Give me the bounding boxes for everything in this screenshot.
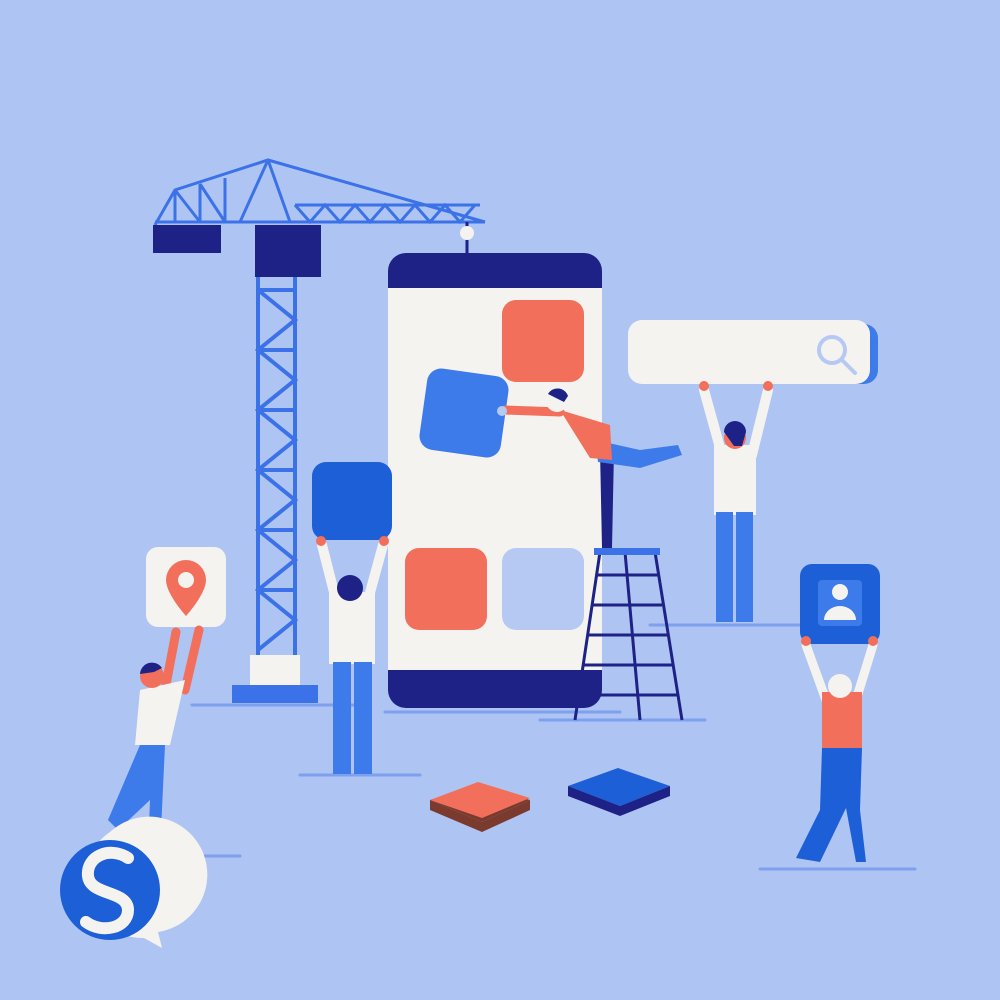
user-profile-icon bbox=[818, 580, 862, 626]
held-app-tile bbox=[312, 462, 392, 540]
user-profile-card bbox=[800, 564, 880, 644]
search-bar bbox=[628, 320, 878, 384]
app-building-illustration bbox=[0, 0, 1000, 1000]
phone-mockup bbox=[388, 253, 602, 708]
location-card bbox=[146, 547, 226, 627]
app-tile-light bbox=[502, 548, 584, 630]
app-tile-coral-bottom bbox=[405, 548, 487, 630]
app-tile-coral-top bbox=[502, 300, 584, 382]
hanging-app-tile bbox=[419, 368, 509, 458]
